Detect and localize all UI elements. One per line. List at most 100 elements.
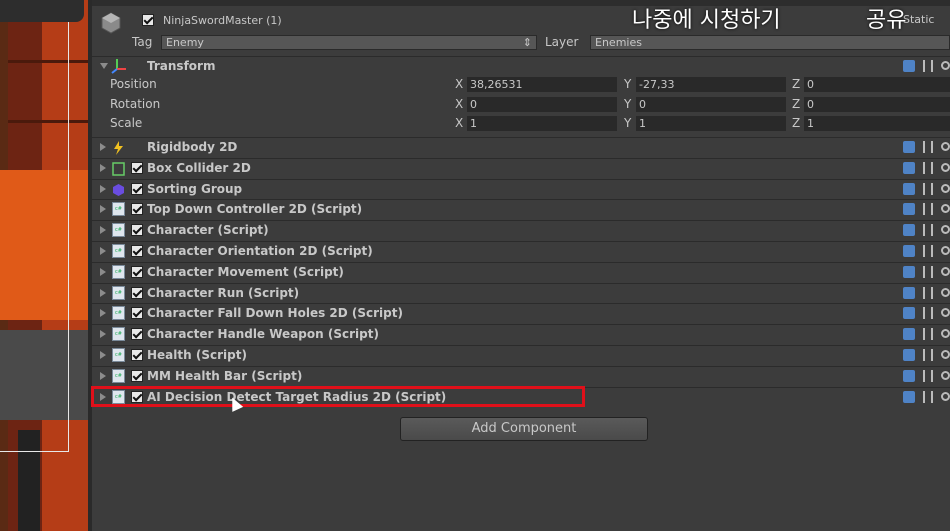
component-enabled-checkbox[interactable] <box>131 266 143 278</box>
expand-arrow-icon[interactable] <box>100 289 106 297</box>
share-button[interactable]: 공유 <box>866 2 906 34</box>
preset-icon[interactable] <box>923 224 933 236</box>
position-y-field[interactable]: -27,33 <box>636 77 786 92</box>
preset-icon[interactable] <box>923 328 933 340</box>
expand-arrow-icon[interactable] <box>100 351 106 359</box>
preset-icon[interactable] <box>923 245 933 257</box>
help-book-icon[interactable] <box>903 203 915 215</box>
position-z-field[interactable]: 0 <box>804 77 950 92</box>
expand-arrow-icon[interactable] <box>100 330 106 338</box>
active-checkbox[interactable] <box>142 14 154 26</box>
help-book-icon[interactable] <box>903 391 915 403</box>
preset-icon[interactable] <box>923 307 933 319</box>
preset-icon[interactable] <box>923 370 933 382</box>
gear-icon[interactable] <box>941 225 950 234</box>
axis-y-label[interactable]: Y <box>624 116 631 130</box>
scene-view[interactable] <box>0 0 92 531</box>
gear-icon[interactable] <box>941 371 950 380</box>
component-enabled-checkbox[interactable] <box>131 203 143 215</box>
preset-icon[interactable] <box>923 266 933 278</box>
help-book-icon[interactable] <box>903 328 915 340</box>
component-enabled-checkbox[interactable] <box>131 328 143 340</box>
preset-icon[interactable] <box>923 287 933 299</box>
gear-icon[interactable] <box>941 61 950 70</box>
component-enabled-checkbox[interactable] <box>131 224 143 236</box>
preset-icon[interactable] <box>923 60 933 72</box>
watch-later-button[interactable]: 나중에 시청하기 <box>632 2 781 34</box>
axis-y-label[interactable]: Y <box>624 97 631 111</box>
axis-y-label[interactable]: Y <box>624 77 631 91</box>
rotation-y-field[interactable]: 0 <box>636 97 786 112</box>
object-name-field[interactable]: NinjaSwordMaster (1) <box>160 12 630 29</box>
gear-icon[interactable] <box>941 288 950 297</box>
component-enabled-checkbox[interactable] <box>131 349 143 361</box>
expand-arrow-icon[interactable] <box>100 185 106 193</box>
preset-icon[interactable] <box>923 183 933 195</box>
help-book-icon[interactable] <box>903 287 915 299</box>
inspector-tabstrip <box>92 0 950 6</box>
expand-arrow-icon[interactable] <box>100 247 106 255</box>
gear-icon[interactable] <box>941 246 950 255</box>
expand-arrow-icon[interactable] <box>100 205 106 213</box>
component-enabled-checkbox[interactable] <box>131 370 143 382</box>
gear-icon[interactable] <box>941 329 950 338</box>
axis-z-label[interactable]: Z <box>792 77 800 91</box>
preset-icon[interactable] <box>923 349 933 361</box>
gear-icon[interactable] <box>941 267 950 276</box>
scale-x-field[interactable]: 1 <box>467 116 617 131</box>
add-component-button[interactable]: Add Component <box>400 417 648 441</box>
gear-icon[interactable] <box>941 392 950 401</box>
help-book-icon[interactable] <box>903 349 915 361</box>
help-book-icon[interactable] <box>903 370 915 382</box>
rotation-x-field[interactable]: 0 <box>467 97 617 112</box>
component-enabled-checkbox[interactable] <box>131 287 143 299</box>
collapse-arrow-icon[interactable] <box>100 63 108 69</box>
help-book-icon[interactable] <box>903 162 915 174</box>
component-header-icons <box>903 369 950 383</box>
help-book-icon[interactable] <box>903 266 915 278</box>
expand-arrow-icon[interactable] <box>100 226 106 234</box>
axis-z-label[interactable]: Z <box>792 116 800 130</box>
scene-toolbar[interactable] <box>0 0 84 22</box>
gear-icon[interactable] <box>941 350 950 359</box>
rotation-z-field[interactable]: 0 <box>804 97 950 112</box>
axis-x-label[interactable]: X <box>455 77 463 91</box>
help-book-icon[interactable] <box>903 141 915 153</box>
transform-header[interactable] <box>92 56 950 77</box>
component-enabled-checkbox[interactable] <box>131 307 143 319</box>
help-book-icon[interactable] <box>903 60 915 72</box>
preset-icon[interactable] <box>923 162 933 174</box>
expand-arrow-icon[interactable] <box>100 372 106 380</box>
expand-arrow-icon[interactable] <box>100 143 106 151</box>
tag-dropdown[interactable]: Enemy ⇕ <box>161 35 537 50</box>
component-enabled-checkbox[interactable] <box>131 162 143 174</box>
static-label[interactable]: Static <box>903 13 934 26</box>
preset-icon[interactable] <box>923 141 933 153</box>
help-book-icon[interactable] <box>903 183 915 195</box>
axis-x-label[interactable]: X <box>455 97 463 111</box>
expand-arrow-icon[interactable] <box>100 309 106 317</box>
scale-y-field[interactable]: 1 <box>636 116 786 131</box>
expand-arrow-icon[interactable] <box>100 268 106 276</box>
gear-icon[interactable] <box>941 308 950 317</box>
help-book-icon[interactable] <box>903 307 915 319</box>
axis-x-label[interactable]: X <box>455 116 463 130</box>
component-enabled-checkbox[interactable] <box>131 183 143 195</box>
scale-z-field[interactable]: 1 <box>804 116 950 131</box>
component-enabled-checkbox[interactable] <box>131 245 143 257</box>
expand-arrow-icon[interactable] <box>100 164 106 172</box>
gear-icon[interactable] <box>941 163 950 172</box>
component-name: Sorting Group <box>147 182 243 196</box>
axis-z-label[interactable]: Z <box>792 97 800 111</box>
highlight-box <box>91 386 585 407</box>
layer-dropdown[interactable]: Enemies <box>590 35 950 50</box>
preset-icon[interactable] <box>923 203 933 215</box>
gameobject-icon <box>101 12 121 34</box>
gear-icon[interactable] <box>941 184 950 193</box>
position-x-field[interactable]: 38,26531 <box>467 77 617 92</box>
preset-icon[interactable] <box>923 391 933 403</box>
gear-icon[interactable] <box>941 204 950 213</box>
help-book-icon[interactable] <box>903 224 915 236</box>
gear-icon[interactable] <box>941 142 950 151</box>
help-book-icon[interactable] <box>903 245 915 257</box>
